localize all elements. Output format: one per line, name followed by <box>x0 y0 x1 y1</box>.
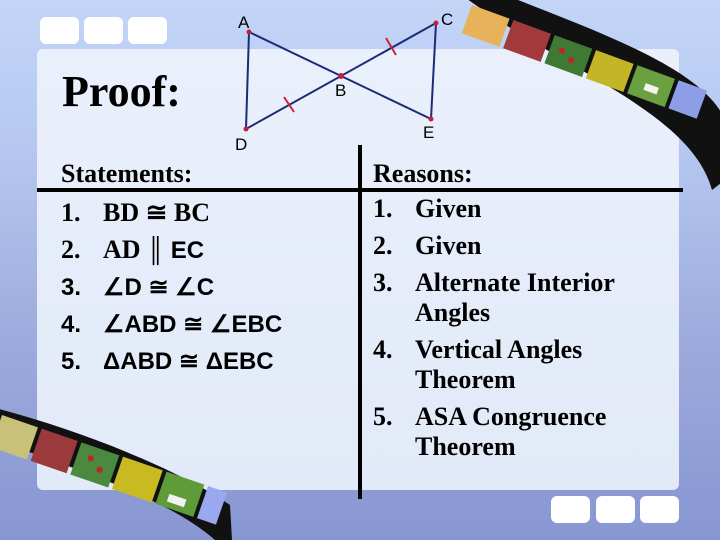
reason-item: 1. Given <box>373 194 673 224</box>
reasons-list: 1. Given 2. Given 3. Alternate Interior … <box>373 194 673 469</box>
reason-item: 5. ASA Congruence Theorem <box>373 402 645 462</box>
statement-text: ΔABD ≅ ΔEBC <box>103 348 274 375</box>
reason-item: 2. Given <box>373 231 673 261</box>
reason-number: 4. <box>373 335 393 364</box>
reason-number: 2. <box>373 231 393 260</box>
statement-item: 3. ∠D ≅ ∠C <box>61 269 282 306</box>
statement-item: 1. BD ≅ BC <box>61 194 282 231</box>
point-c <box>433 20 439 26</box>
statement-item: 2. AD ║ EC <box>61 231 282 269</box>
reason-number: 3. <box>373 268 393 297</box>
reason-text: Vertical Angles Theorem <box>415 335 583 394</box>
statement-text: ∠D ≅ ∠C <box>103 274 215 301</box>
reason-number: 5. <box>373 402 393 431</box>
reasons-header: Reasons: <box>373 159 473 188</box>
label-b: B <box>335 81 346 100</box>
statement-number: 4. <box>61 311 82 338</box>
reason-number: 1. <box>373 194 393 223</box>
reason-item: 3. Alternate Interior Angles <box>373 268 645 328</box>
point-b <box>338 73 344 79</box>
slide-title: Proof: <box>62 67 181 116</box>
reason-text: Alternate Interior Angles <box>415 268 615 327</box>
statement-number: 5. <box>61 348 82 375</box>
statement-text: ∠ABD ≅ ∠EBC <box>103 311 283 338</box>
label-e: E <box>423 123 434 142</box>
label-c: C <box>441 10 453 29</box>
statement-number: 2. <box>61 235 81 264</box>
statement-text: AD <box>103 235 141 264</box>
reason-item: 4. Vertical Angles Theorem <box>373 335 645 395</box>
statement-number: 3. <box>61 274 82 301</box>
tick-mark-db <box>283 96 295 113</box>
statement-item: 5. ΔABD ≅ ΔEBC <box>61 343 282 380</box>
statement-number: 1. <box>61 198 81 227</box>
reason-text: Given <box>415 231 482 260</box>
segment-ad <box>245 31 250 130</box>
point-d <box>243 126 249 132</box>
statement-text: ║ EC <box>147 237 205 264</box>
statement-text: BD ≅ BC <box>103 198 211 227</box>
label-a: A <box>238 13 250 32</box>
segment-ce <box>430 22 437 120</box>
label-d: D <box>235 135 247 154</box>
reason-text: ASA Congruence Theorem <box>415 402 607 461</box>
point-e <box>428 116 434 122</box>
statement-item: 4. ∠ABD ≅ ∠EBC <box>61 306 282 343</box>
table-vertical-rule <box>358 145 362 499</box>
statements-list: 1. BD ≅ BC 2. AD ║ EC 3. ∠D ≅ ∠C 4. ∠ABD… <box>61 194 282 380</box>
statements-header: Statements: <box>61 159 193 188</box>
reason-text: Given <box>415 194 482 223</box>
